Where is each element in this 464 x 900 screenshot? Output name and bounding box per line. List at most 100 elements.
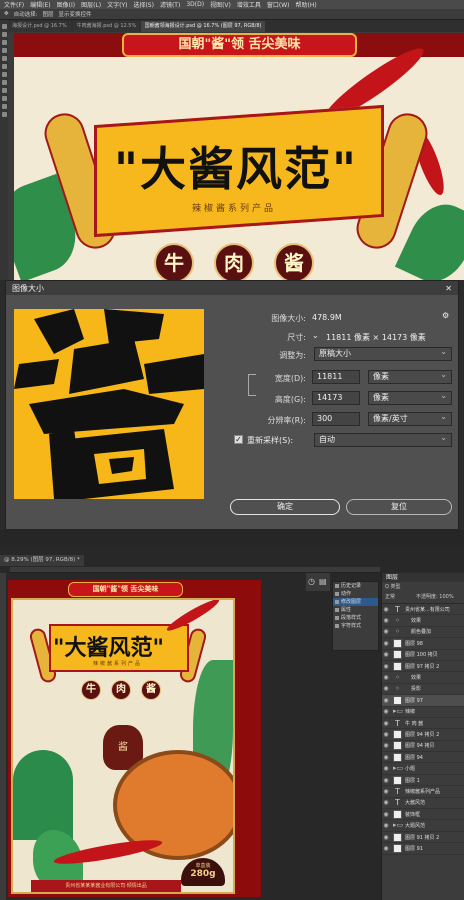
visibility-eye-icon[interactable]: ◉ <box>382 811 390 818</box>
type-tool-icon[interactable] <box>1 104 7 109</box>
visibility-eye-icon[interactable]: ◉ <box>382 822 390 829</box>
layer-row[interactable]: ◉ T 牛 肉 酱 <box>382 718 464 730</box>
visibility-eye-icon[interactable]: ◉ <box>382 674 390 681</box>
width-input[interactable]: 11811 <box>312 370 360 384</box>
poster-canvas[interactable]: "大酱风范" 辣椒酱系列产品 牛 肉 酱 酱 单盒装 280g 贵州省某某某酱业… <box>8 580 261 897</box>
lasso-tool-icon[interactable] <box>1 40 7 45</box>
auto-select-target[interactable]: 图层 <box>42 10 53 18</box>
menu-item[interactable]: 增效工具 <box>237 0 261 9</box>
properties-panel-icon[interactable]: ▤ <box>319 577 327 586</box>
layer-row[interactable]: ◉ 图层 91 <box>382 843 464 855</box>
menu-item[interactable]: 编辑(E) <box>30 0 50 9</box>
gradient-tool-icon[interactable] <box>1 88 7 93</box>
menu-character-styles[interactable]: 字符样式 <box>333 622 378 630</box>
canvas[interactable]: 国朝"酱"领 舌尖美味 "大酱风范" 辣椒酱系列产品 牛 肉 酱 <box>14 33 464 280</box>
resample-checkbox[interactable]: ✓ <box>234 435 243 444</box>
auto-select-label[interactable]: 自动选择: <box>14 10 38 18</box>
crop-tool-icon[interactable] <box>1 48 7 53</box>
doc-tab-active[interactable]: 国朝酱领海报设计.psd @ 16.7% (图层 97, RGB/8) <box>140 21 266 32</box>
menu-item[interactable]: 3D(D) <box>186 1 204 8</box>
opacity-field[interactable]: 不透明度: 100% <box>416 593 454 600</box>
pen-tool-icon[interactable] <box>1 96 7 101</box>
layer-row[interactable]: ◉ T 辣椒酱系列产品 <box>382 786 464 798</box>
layer-row[interactable]: ◉ 图层 94 拷贝 2 <box>382 729 464 741</box>
visibility-eye-icon[interactable]: ◉ <box>382 834 390 841</box>
layer-row[interactable]: ◉ ◦ 投影 <box>382 684 464 696</box>
menu-paragraph-styles[interactable]: 段落样式 <box>333 614 378 622</box>
doc-tab-active[interactable]: @ 8.29% (图层 97, RGB/8) * <box>0 555 84 566</box>
menu-history[interactable]: 历史记录 <box>333 582 378 590</box>
doc-tab[interactable]: 牛肉酱海报.psd @ 12.5% <box>72 21 139 32</box>
stamp-tool-icon[interactable] <box>1 72 7 77</box>
visibility-eye-icon[interactable]: ◉ <box>382 720 390 727</box>
fit-to-select[interactable]: 原稿大小 <box>314 346 452 361</box>
visibility-eye-icon[interactable]: ◉ <box>382 651 390 658</box>
visibility-eye-icon[interactable]: ◉ <box>382 617 390 624</box>
visibility-eye-icon[interactable]: ◉ <box>382 708 390 715</box>
visibility-eye-icon[interactable]: ◉ <box>382 799 390 806</box>
layer-row[interactable]: ◉ ◦ 效果 <box>382 672 464 684</box>
eyedropper-tool-icon[interactable] <box>1 56 7 61</box>
layer-row[interactable]: ◉ 图层 94 拷贝 <box>382 741 464 753</box>
visibility-eye-icon[interactable]: ◉ <box>382 731 390 738</box>
blend-mode-select[interactable]: 正常 <box>385 593 395 600</box>
layer-row[interactable]: ◉ ◦ 效果 <box>382 615 464 627</box>
visibility-eye-icon[interactable]: ◉ <box>382 663 390 670</box>
layer-row[interactable]: ◉ T 大酱风范 <box>382 798 464 810</box>
height-input[interactable]: 14173 <box>312 391 360 405</box>
resolution-unit-select[interactable]: 像素/英寸 <box>368 411 452 426</box>
visibility-eye-icon[interactable]: ◉ <box>382 845 390 852</box>
menu-item[interactable]: 选择(S) <box>133 0 154 9</box>
visibility-eye-icon[interactable]: ◉ <box>382 777 390 784</box>
layer-row[interactable]: ◉ 图层 98 <box>382 638 464 650</box>
resample-select[interactable]: 自动 <box>314 432 452 447</box>
visibility-eye-icon[interactable]: ◉ <box>382 788 390 795</box>
visibility-eye-icon[interactable]: ◉ <box>382 697 390 704</box>
menu-properties[interactable]: 属性 <box>333 606 378 614</box>
layers-panel-title[interactable]: 图层 <box>382 573 464 582</box>
layer-row[interactable]: ◉ 装饰框 <box>382 809 464 821</box>
layer-row[interactable]: ◉ 图层 94 <box>382 752 464 764</box>
menu-item[interactable]: 窗口(W) <box>267 0 290 9</box>
doc-tab[interactable]: 海报设计.psd @ 16.7% <box>8 21 71 32</box>
ok-button[interactable]: 确定 <box>230 499 340 515</box>
layer-row[interactable]: ◉ 图层 97 <box>382 695 464 707</box>
menu-item[interactable]: 帮助(H) <box>296 0 317 9</box>
menu-item[interactable]: 滤镜(T) <box>160 0 180 9</box>
layer-row[interactable]: ◉ T 贵州省某...有限公司 <box>382 604 464 616</box>
resolution-input[interactable]: 300 <box>312 412 360 426</box>
move-tool-icon[interactable]: ✥ <box>4 11 9 17</box>
menu-modify-layer[interactable]: 修改图层 <box>333 598 378 606</box>
menu-item[interactable]: 文件(F) <box>4 0 24 9</box>
menu-item[interactable]: 图层(L) <box>81 0 101 9</box>
gear-icon[interactable]: ⚙ <box>442 311 449 320</box>
layer-row[interactable]: ◉ ▸▭ 大题风范 <box>382 820 464 832</box>
layer-filter-select[interactable]: Q 类型 <box>385 583 401 590</box>
visibility-eye-icon[interactable]: ◉ <box>382 606 390 613</box>
layer-row[interactable]: ◉ 图层 100 拷贝 <box>382 650 464 661</box>
marquee-tool-icon[interactable] <box>1 32 7 37</box>
layer-row[interactable]: ◉ 图层 97 拷贝 2 <box>382 661 464 673</box>
show-transform-controls[interactable]: 显示变换控件 <box>58 10 91 18</box>
layer-row[interactable]: ◉ ▸▭ 小题 <box>382 763 464 775</box>
menu-item[interactable]: 图像(I) <box>57 0 75 9</box>
menu-item[interactable]: 文字(Y) <box>107 0 127 9</box>
layer-row[interactable]: ◉ 图层 1 <box>382 775 464 787</box>
visibility-eye-icon[interactable]: ◉ <box>382 754 390 761</box>
height-unit-select[interactable]: 像素 <box>368 390 452 405</box>
visibility-eye-icon[interactable]: ◉ <box>382 685 390 692</box>
hand-tool-icon[interactable] <box>1 112 7 117</box>
menu-actions[interactable]: 动作 <box>333 590 378 598</box>
eraser-tool-icon[interactable] <box>1 80 7 85</box>
brush-tool-icon[interactable] <box>1 64 7 69</box>
close-icon[interactable]: ✕ <box>445 284 452 293</box>
layer-row[interactable]: ◉ 图层 91 拷贝 2 <box>382 832 464 844</box>
history-panel-icon[interactable]: ◷ <box>308 577 315 586</box>
menu-item[interactable]: 视图(V) <box>210 0 231 9</box>
visibility-eye-icon[interactable]: ◉ <box>382 628 390 635</box>
reset-button[interactable]: 复位 <box>346 499 452 515</box>
width-unit-select[interactable]: 像素 <box>368 369 452 384</box>
layer-row[interactable]: ◉ ◦ 颜色叠加 <box>382 627 464 639</box>
layer-row[interactable]: ◉ ▸▭ 辣椒 <box>382 707 464 718</box>
move-tool-icon[interactable] <box>1 24 7 29</box>
